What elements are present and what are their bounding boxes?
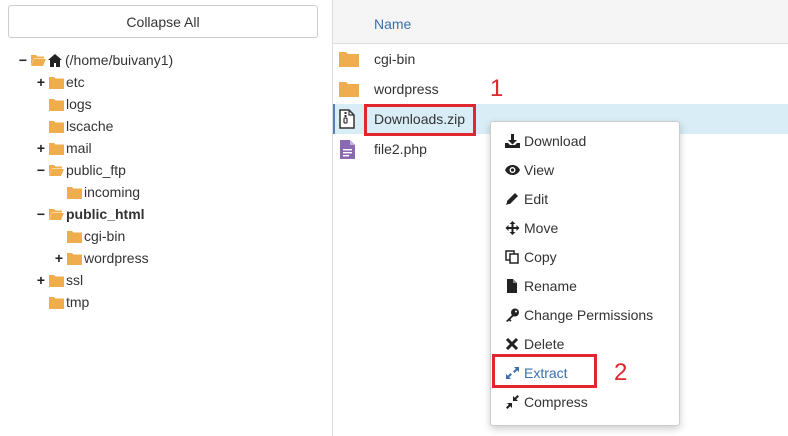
menu-item-rename[interactable]: Rename (505, 274, 577, 298)
menu-item-view[interactable]: View (505, 158, 554, 182)
home-icon (48, 53, 62, 67)
move-arrows-icon (505, 221, 520, 235)
tree-item-lscache[interactable]: lscache (47, 116, 113, 136)
folder-icon (49, 296, 64, 309)
folder-icon (67, 252, 82, 265)
expand-toggle[interactable]: + (53, 251, 65, 265)
tree-item-label: public_ftp (66, 162, 126, 178)
folder-open-icon (31, 54, 46, 67)
folder-icon (49, 274, 64, 287)
annotation-box-downloads-zip (364, 104, 476, 136)
tree-item-public-ftp[interactable]: − public_ftp (35, 160, 126, 180)
folder-icon (67, 186, 82, 199)
tree-item-label: etc (66, 74, 85, 90)
collapse-toggle[interactable]: − (17, 53, 29, 67)
name-column-header[interactable]: Name (374, 16, 411, 32)
tree-item-label: ssl (66, 272, 84, 288)
tree-item-etc[interactable]: + etc (35, 72, 85, 92)
tree-item-label: public_html (66, 206, 145, 222)
collapse-all-button[interactable]: Collapse All (8, 5, 318, 38)
menu-item-download[interactable]: Download (505, 129, 586, 153)
key-icon (505, 308, 520, 322)
tree-item-label: incoming (84, 184, 141, 200)
annotation-step-1: 1 (490, 75, 504, 102)
file-icon (505, 279, 520, 293)
expand-toggle[interactable]: + (35, 141, 47, 155)
tree-item-label: wordpress (84, 250, 149, 266)
php-file-icon (340, 140, 358, 159)
tree-item-label: logs (66, 96, 92, 112)
folder-open-icon (49, 164, 64, 177)
expand-toggle[interactable]: + (35, 75, 47, 89)
tree-item-wordpress[interactable]: + wordpress (53, 248, 149, 268)
menu-item-edit[interactable]: Edit (505, 187, 548, 211)
selection-marker (333, 104, 335, 134)
menu-item-label: Copy (524, 249, 557, 265)
file-row-wordpress[interactable]: wordpress (333, 74, 788, 104)
menu-item-move[interactable]: Move (505, 216, 558, 240)
menu-item-label: Delete (524, 336, 565, 352)
folder-icon (67, 230, 82, 243)
menu-item-label: Move (524, 220, 559, 236)
tree-item-logs[interactable]: logs (47, 94, 92, 114)
tree-item-label: lscache (66, 118, 114, 134)
eye-icon (505, 163, 520, 177)
zip-file-icon (339, 109, 357, 129)
folder-tree-panel: Collapse All − (/home/buivany1) + etc lo… (0, 0, 332, 436)
tree-item-cgi-bin[interactable]: cgi-bin (65, 226, 125, 246)
tree-item-label: (/home/buivany1) (65, 52, 174, 68)
tree-item-label: cgi-bin (84, 228, 126, 244)
menu-item-label: Compress (524, 394, 588, 410)
folder-icon (49, 120, 64, 133)
tree-item-incoming[interactable]: incoming (65, 182, 140, 202)
tree-item-ssl[interactable]: + ssl (35, 270, 83, 290)
download-icon (505, 134, 520, 148)
folder-icon (339, 81, 359, 97)
file-name: file2.php (374, 141, 427, 157)
file-list-header: Name (333, 0, 788, 44)
menu-item-label: Download (524, 133, 587, 149)
menu-item-compress[interactable]: Compress (505, 390, 588, 414)
expand-toggle[interactable]: + (35, 273, 47, 287)
tree-item-tmp[interactable]: tmp (47, 292, 89, 312)
annotation-box-extract (492, 354, 597, 388)
tree-item-home[interactable]: − (/home/buivany1) (17, 50, 173, 70)
compress-icon (505, 395, 520, 409)
menu-item-copy[interactable]: Copy (505, 245, 557, 269)
menu-item-label: Rename (524, 278, 577, 294)
folder-icon (339, 51, 359, 67)
tree-item-label: tmp (66, 294, 90, 310)
copy-icon (505, 250, 520, 264)
tree-item-label: mail (66, 140, 92, 156)
menu-item-label: View (524, 162, 555, 178)
x-icon (505, 337, 520, 351)
file-name: cgi-bin (374, 51, 416, 67)
menu-item-change-permissions[interactable]: Change Permissions (505, 303, 653, 327)
pencil-icon (505, 192, 520, 206)
collapse-toggle[interactable]: − (35, 207, 47, 221)
folder-open-icon (49, 208, 64, 221)
file-name: wordpress (374, 81, 439, 97)
collapse-toggle[interactable]: − (35, 163, 47, 177)
menu-item-label: Change Permissions (524, 307, 654, 323)
menu-item-label: Edit (524, 191, 549, 207)
tree-item-mail[interactable]: + mail (35, 138, 92, 158)
file-row-cgi-bin[interactable]: cgi-bin (333, 44, 788, 74)
folder-icon (49, 142, 64, 155)
folder-icon (49, 76, 64, 89)
folder-icon (49, 98, 64, 111)
annotation-step-2: 2 (614, 359, 628, 386)
menu-item-delete[interactable]: Delete (505, 332, 564, 356)
tree-item-public-html[interactable]: − public_html (35, 204, 145, 224)
